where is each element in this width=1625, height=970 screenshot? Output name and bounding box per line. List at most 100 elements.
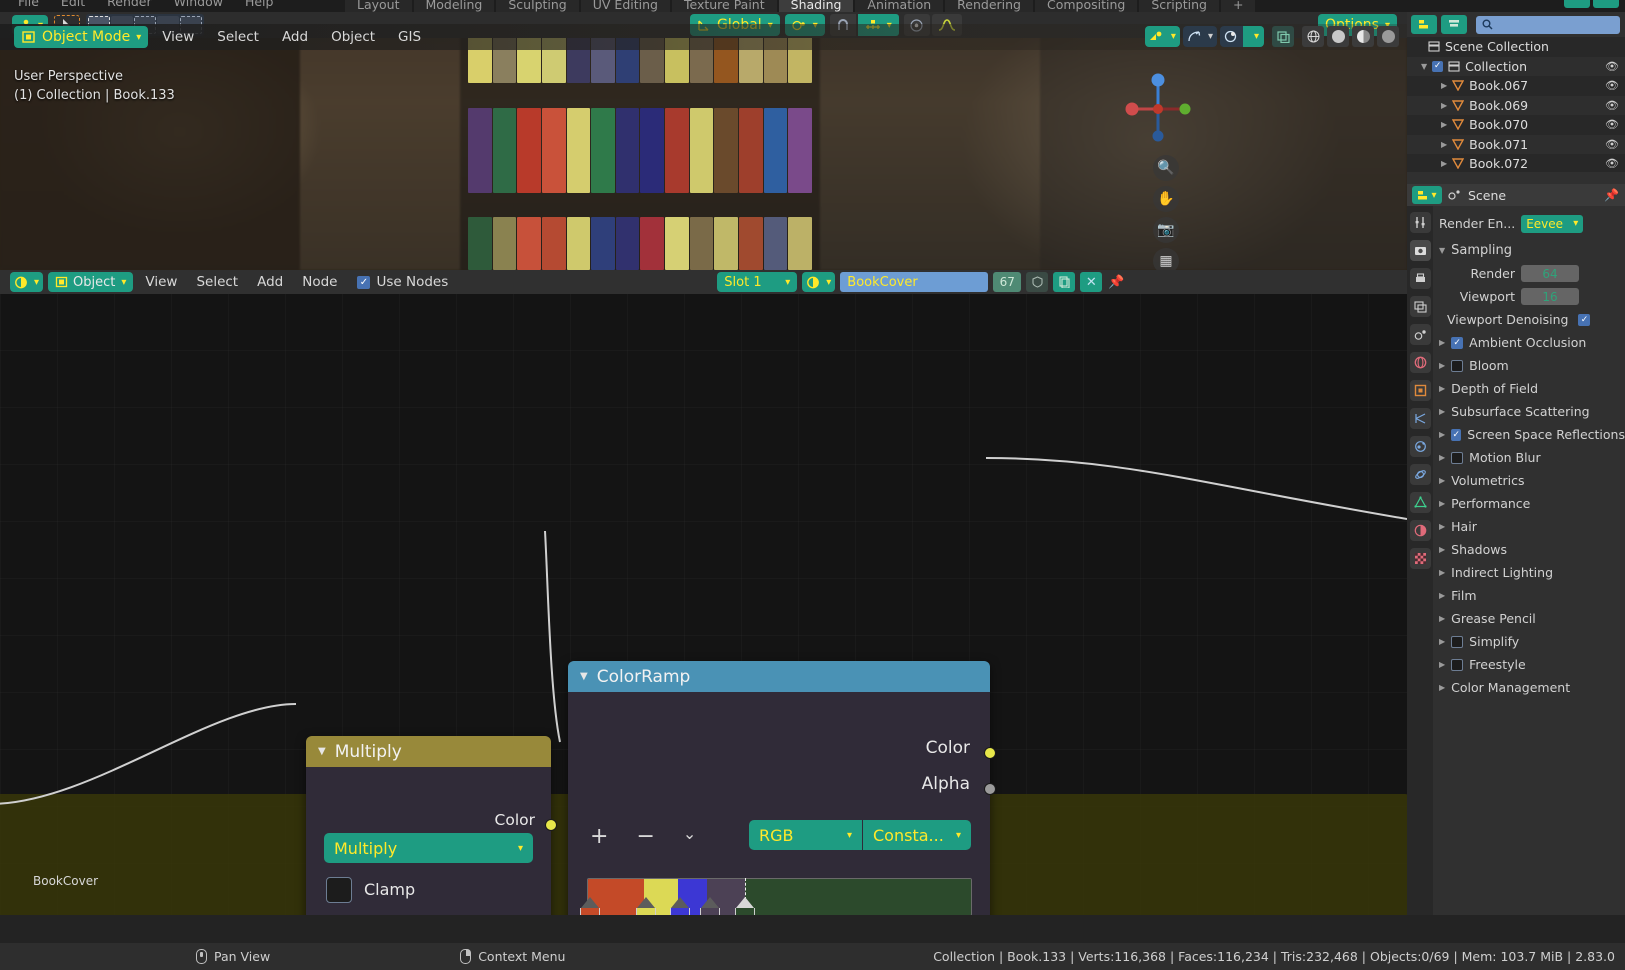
checkbox-icon[interactable]: ✓ [1432, 60, 1444, 72]
shading-wireframe-button[interactable] [1302, 26, 1324, 47]
panel-row-color-management[interactable]: ▶ Color Management [1439, 676, 1625, 699]
expand-triangle-icon[interactable]: ▶ [1441, 81, 1447, 90]
socket-alpha-output[interactable] [984, 783, 996, 795]
expand-triangle-icon[interactable]: ▼ [1421, 62, 1427, 71]
tab-animation[interactable]: Animation [855, 0, 944, 12]
expand-triangle-icon[interactable]: ▼ [1439, 246, 1445, 255]
expand-triangle-icon[interactable]: ▶ [1439, 384, 1445, 393]
expand-triangle-icon[interactable]: ▶ [1439, 522, 1445, 531]
shader-menu-node[interactable]: Node [295, 274, 344, 290]
panel-row-volumetrics[interactable]: ▶ Volumetrics [1439, 469, 1625, 492]
panel-row-shadows[interactable]: ▶ Shadows [1439, 538, 1625, 561]
panel-row-simplify[interactable]: ▶ Simplify [1439, 630, 1625, 653]
zoom-icon[interactable]: 🔍 [1153, 155, 1179, 181]
expand-triangle-icon[interactable]: ▶ [1439, 683, 1445, 692]
node-multiply-header[interactable]: ▼ Multiply [306, 736, 551, 767]
object-icon[interactable] [1409, 380, 1431, 401]
colorramp-stop-2[interactable] [670, 897, 690, 915]
viewport-nav-buttons[interactable]: 🔍 ✋ 📷 ▦ [1153, 155, 1179, 270]
viewport-denoising-row[interactable]: Viewport Denoising ✓ [1439, 308, 1625, 331]
remove-stop-button[interactable]: − [636, 824, 654, 849]
outliner[interactable]: Scene Collection ▼ ✓ Collection 👁 ▶ Book… [1407, 12, 1625, 172]
unlink-icon[interactable]: ✕ [1080, 272, 1103, 292]
viewport-menu-gis[interactable]: GIS [389, 27, 430, 47]
panel-row-freestyle[interactable]: ▶ Freestyle [1439, 653, 1625, 676]
colorramp-stop-handles[interactable] [580, 897, 972, 915]
checkbox-icon[interactable]: ✓ [1451, 336, 1464, 349]
menu-help[interactable]: Help [245, 0, 274, 9]
view-layer-selector[interactable] [1593, 0, 1619, 8]
pan-hand-icon[interactable]: ✋ [1153, 186, 1179, 212]
camera-icon[interactable]: 📷 [1153, 217, 1179, 243]
checkbox-icon[interactable]: ✓ [1451, 428, 1462, 441]
outliner-search-input[interactable] [1476, 15, 1620, 34]
properties-tab-strip[interactable] [1407, 206, 1433, 915]
use-nodes-toggle[interactable]: ✓ Use Nodes [357, 274, 448, 290]
viewport-menu-object[interactable]: Object [322, 27, 384, 47]
data-icon[interactable] [1409, 492, 1431, 513]
properties-editor[interactable]: ▾ Scene 📌 Render En... Eevee ▾ ▼ Samplin… [1407, 184, 1625, 915]
navigation-gizmo[interactable] [1121, 72, 1195, 146]
particles-icon[interactable] [1409, 436, 1431, 457]
pin-icon[interactable]: 📌 [1107, 272, 1125, 292]
sampling-render-field[interactable]: 64 [1521, 265, 1579, 282]
outliner-filter-button[interactable] [1441, 15, 1467, 34]
expand-triangle-icon[interactable]: ▶ [1441, 159, 1447, 168]
outliner-item-book-069[interactable]: ▶ Book.069 👁 [1407, 95, 1625, 115]
visibility-eye-icon[interactable]: 👁 [1605, 79, 1619, 92]
expand-triangle-icon[interactable]: ▶ [1439, 568, 1445, 577]
shader-editor[interactable]: ▾ Object ▾ View Select Add Node ✓ Use No… [0, 270, 1407, 915]
tab-shading[interactable]: Shading [778, 0, 854, 12]
tab-compositing[interactable]: Compositing [1035, 0, 1138, 12]
colorramp-stop-4[interactable] [735, 897, 755, 915]
new-material-icon[interactable] [1053, 272, 1076, 292]
shading-rendered-button[interactable] [1377, 26, 1399, 47]
outliner-row-scene-collection[interactable]: Scene Collection [1407, 37, 1625, 57]
node-canvas[interactable]: BOOKCOLORS BookCover ▼ Multiply Color [0, 294, 1407, 915]
outliner-item-book-071[interactable]: ▶ Book.071 👁 [1407, 134, 1625, 154]
expand-triangle-icon[interactable]: ▶ [1439, 430, 1445, 439]
outliner-item-book-070[interactable]: ▶ Book.070 👁 [1407, 115, 1625, 135]
color-mode-selector[interactable]: RGB ▾ [749, 820, 862, 850]
texture-icon[interactable] [1409, 548, 1431, 569]
node-colorramp-header[interactable]: ▼ ColorRamp [568, 661, 990, 692]
workspace-tabs[interactable]: Layout Modeling Sculpting UV Editing Tex… [345, 0, 1256, 12]
expand-triangle-icon[interactable]: ▶ [1439, 476, 1445, 485]
colorramp-stop-3[interactable] [700, 897, 720, 915]
material-icon[interactable] [1409, 520, 1431, 541]
tab-layout[interactable]: Layout [345, 0, 412, 12]
checkbox-icon[interactable] [1451, 359, 1464, 372]
shader-menu-select[interactable]: Select [189, 274, 245, 290]
grid-ortho-icon[interactable]: ▦ [1153, 248, 1179, 270]
colorramp-tools[interactable]: + − ⌄ [590, 824, 696, 849]
mode-selector[interactable]: Object Mode ▾ [14, 26, 149, 48]
expand-triangle-icon[interactable]: ▶ [1439, 407, 1445, 416]
visibility-eye-icon[interactable]: 👁 [1605, 60, 1619, 73]
outliner-display-mode-selector[interactable] [1411, 15, 1437, 34]
socket-color-output[interactable] [984, 747, 996, 759]
expand-triangle-icon[interactable]: ▶ [1439, 453, 1445, 462]
viewport-menu-view[interactable]: View [153, 27, 203, 47]
scene-icon[interactable] [1409, 324, 1431, 345]
outliner-row-collection[interactable]: ▼ ✓ Collection 👁 [1407, 56, 1625, 76]
panel-row-ambient-occlusion[interactable]: ▶ ✓ Ambient Occlusion [1439, 331, 1625, 354]
panel-row-indirect-lighting[interactable]: ▶ Indirect Lighting [1439, 561, 1625, 584]
overlays-dropdown[interactable]: ▾ [1242, 26, 1264, 47]
properties-editor-type-selector[interactable]: ▾ [1412, 186, 1442, 204]
material-name-field[interactable]: BookCover [840, 272, 989, 292]
panel-row-subsurface-scattering[interactable]: ▶ Subsurface Scattering [1439, 400, 1625, 423]
material-slot-selector[interactable]: Slot 1 ▾ [717, 272, 798, 292]
tab-rendering[interactable]: Rendering [945, 0, 1033, 12]
material-users-count[interactable]: 67 [993, 272, 1022, 292]
tab-uv-editing[interactable]: UV Editing [580, 0, 670, 12]
scene-selector[interactable] [1564, 0, 1590, 8]
visibility-toggle[interactable]: ▾ [1144, 26, 1180, 47]
material-browse-selector[interactable]: ▾ [802, 272, 836, 292]
pin-icon[interactable]: 📌 [1604, 188, 1619, 202]
expand-triangle-icon[interactable]: ▶ [1439, 591, 1445, 600]
expand-triangle-icon[interactable]: ▶ [1439, 338, 1445, 347]
panel-row-bloom[interactable]: ▶ Bloom [1439, 354, 1625, 377]
add-stop-button[interactable]: + [590, 824, 608, 849]
fake-user-icon[interactable] [1026, 272, 1049, 292]
menu-file[interactable]: File [18, 0, 39, 9]
